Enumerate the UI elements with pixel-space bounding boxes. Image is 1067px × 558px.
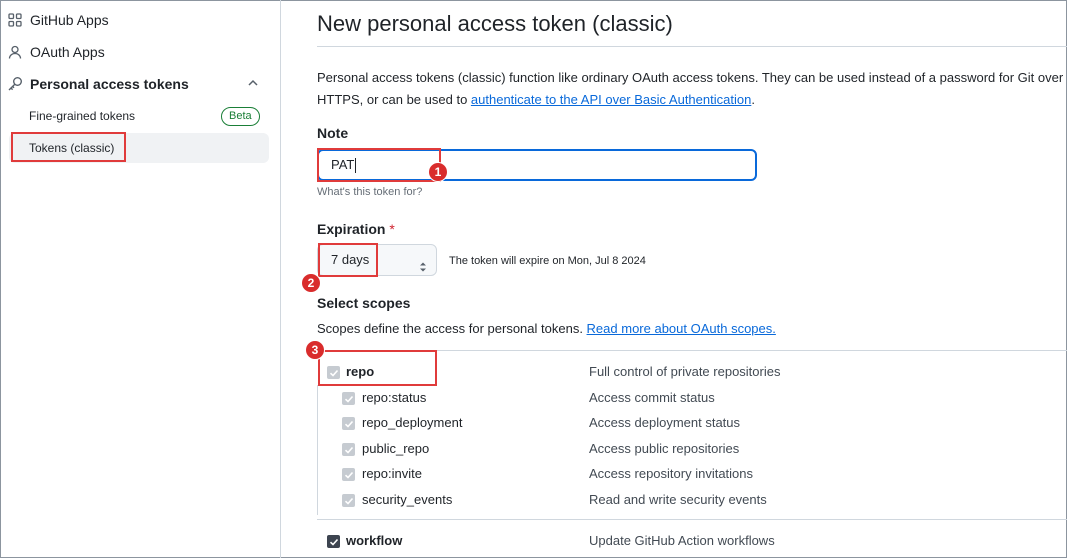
scope-checkbox-repo-deployment[interactable] <box>342 417 355 430</box>
sidebar-item-label: GitHub Apps <box>30 12 109 28</box>
scope-name-repo-status: repo:status <box>362 390 427 405</box>
highlight-box-repo <box>318 350 437 386</box>
scope-checkbox-security-events[interactable] <box>342 494 355 507</box>
scopes-workflow-divider <box>317 519 1067 520</box>
beta-badge: Beta <box>221 107 260 126</box>
scope-desc-repo-status: Access commit status <box>589 390 715 405</box>
chevron-up-icon[interactable] <box>246 76 260 90</box>
scopes-description-text: Scopes define the access for personal to… <box>317 321 587 336</box>
required-mark: * <box>389 221 395 237</box>
scope-desc-repo: Full control of private repositories <box>589 364 781 379</box>
apps-grid-icon <box>7 12 23 28</box>
expiration-label-text: Expiration <box>317 221 386 237</box>
scope-name-repo-deployment: repo_deployment <box>362 415 463 430</box>
scope-checkbox-workflow[interactable] <box>327 535 340 548</box>
sidebar-item-fine-grained-tokens[interactable]: Fine-grained tokens <box>29 109 135 123</box>
page-title: New personal access token (classic) <box>317 11 673 36</box>
settings-sidebar: GitHub Apps OAuth Apps Personal access t… <box>0 0 281 558</box>
oauth-scopes-link[interactable]: Read more about OAuth scopes. <box>587 321 776 336</box>
sidebar-item-oauth-apps[interactable]: OAuth Apps <box>7 44 105 60</box>
intro-paragraph: Personal access tokens (classic) functio… <box>317 67 1067 111</box>
scope-desc-workflow: Update GitHub Action workflows <box>589 533 775 548</box>
highlight-box-tokens-classic <box>11 132 126 162</box>
step-marker-2: 2 <box>301 273 321 293</box>
scope-name-security-events: security_events <box>362 492 453 507</box>
scope-desc-repo-deployment: Access deployment status <box>589 415 741 430</box>
highlight-box-note <box>317 148 441 182</box>
scope-checkbox-repo-invite[interactable] <box>342 468 355 481</box>
title-divider <box>317 46 1067 47</box>
sidebar-item-label: OAuth Apps <box>30 44 105 60</box>
select-scopes-label: Select scopes <box>317 295 411 311</box>
scope-desc-security-events: Read and write security events <box>589 492 767 507</box>
expiration-message: The token will expire on Mon, Jul 8 2024 <box>449 255 646 267</box>
step-marker-1: 1 <box>428 162 448 182</box>
note-label: Note <box>317 125 349 141</box>
expiration-label: Expiration * <box>317 221 395 237</box>
scopes-description: Scopes define the access for personal to… <box>317 321 776 336</box>
scope-checkbox-public-repo[interactable] <box>342 443 355 456</box>
sidebar-item-label: Personal access tokens <box>30 76 189 92</box>
note-hint: What's this token for? <box>317 186 423 198</box>
scopes-group-rule <box>317 385 318 515</box>
scope-desc-repo-invite: Access repository invitations <box>589 466 754 481</box>
step-marker-3: 3 <box>305 340 325 360</box>
highlight-box-expiration <box>318 243 378 277</box>
basic-auth-link[interactable]: authenticate to the API over Basic Authe… <box>471 92 751 107</box>
scope-desc-public-repo: Access public repositories <box>589 441 740 456</box>
sidebar-item-github-apps[interactable]: GitHub Apps <box>7 12 109 28</box>
scope-name-public-repo: public_repo <box>362 441 430 456</box>
select-arrows-icon <box>419 254 427 272</box>
scope-name-workflow: workflow <box>346 533 403 548</box>
intro-end: . <box>751 92 755 107</box>
scope-checkbox-repo-status[interactable] <box>342 392 355 405</box>
person-icon <box>7 44 23 60</box>
scope-name-repo-invite: repo:invite <box>362 466 422 481</box>
key-icon <box>7 76 23 92</box>
sidebar-item-personal-access-tokens[interactable]: Personal access tokens <box>7 76 189 92</box>
